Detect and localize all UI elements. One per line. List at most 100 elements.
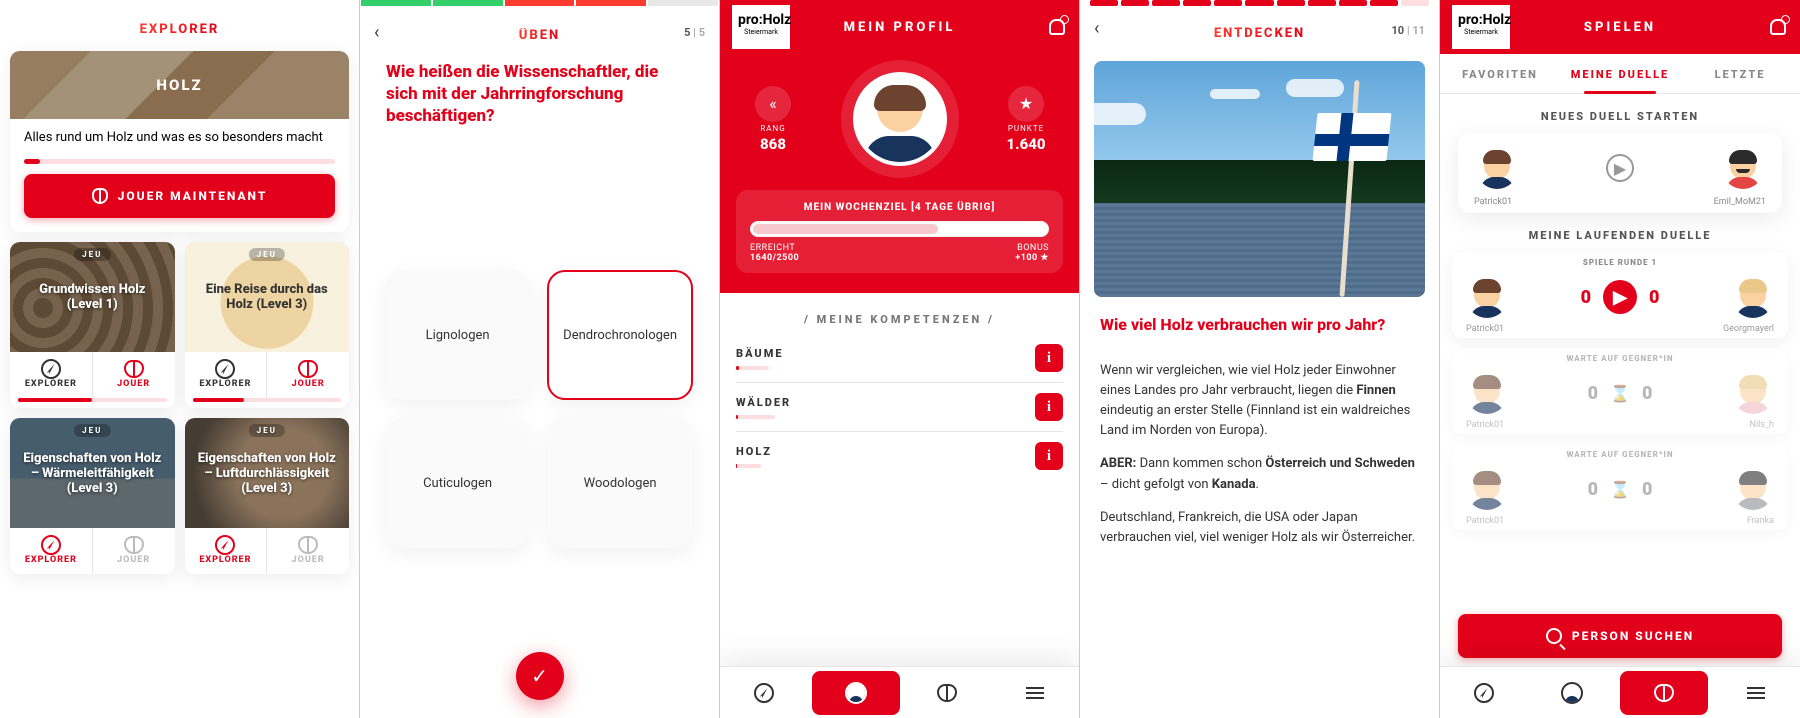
confirm-button[interactable]: ✓: [516, 652, 564, 700]
brain-icon: [1654, 684, 1674, 702]
card-explore-button[interactable]: EXPLORER: [185, 528, 268, 574]
user-label: Patrick01: [1466, 324, 1504, 334]
screen-profile: pro:HolzSteiermark MEIN PROFIL « RANG 86…: [720, 0, 1080, 718]
competences-header: / MEINE KOMPETENZEN /: [720, 313, 1079, 326]
discover-title: ENTDECKEN: [1214, 26, 1305, 41]
profile-title: MEIN PROFIL: [844, 20, 956, 35]
info-icon[interactable]: i: [1035, 344, 1063, 372]
play-title: SPIELEN: [1584, 20, 1656, 35]
notifications-icon[interactable]: [1768, 17, 1788, 37]
points-stat: ★ PUNKTE 1.640: [989, 86, 1063, 153]
discover-hero-image: [1094, 61, 1425, 297]
score-right: 0: [1642, 479, 1652, 500]
bottom-nav: [1440, 666, 1800, 718]
card-explore-button[interactable]: EXPLORER: [185, 352, 268, 398]
score-right: 0: [1649, 287, 1659, 308]
avatar: [1466, 276, 1508, 318]
brand-logo[interactable]: pro:HolzSteiermark: [732, 5, 790, 49]
avatar: [1732, 276, 1774, 318]
duel-row[interactable]: WARTE AUF GEGNER*IN 0 ⌛ 0 Patrick01 Nils…: [1452, 348, 1788, 434]
goal-title: MEIN WOCHENZIEL [4 TAGE ÜBRIG]: [750, 202, 1049, 213]
back-button[interactable]: ‹: [1094, 18, 1099, 39]
competence-row[interactable]: WÄLDER i: [720, 383, 1079, 431]
course-card[interactable]: JEU Grundwissen Holz (Level 1) EXPLORER …: [10, 242, 175, 408]
duel-status-label: SPIELE RUNDE 1: [1583, 258, 1657, 267]
card-progress: [18, 398, 167, 402]
nav-profile[interactable]: [812, 671, 900, 715]
new-duel-card[interactable]: ▶ Patrick01 Emil_MoM21: [1458, 133, 1782, 213]
course-card[interactable]: JEU Eine Reise durch das Holz (Level 3) …: [185, 242, 350, 408]
score-right: 0: [1642, 383, 1652, 404]
duel-status-label: WARTE AUF GEGNER*IN: [1566, 354, 1673, 363]
competence-row[interactable]: HOLZ i: [720, 432, 1079, 480]
avatar: [1466, 468, 1508, 510]
nav-explore[interactable]: [720, 667, 808, 718]
explorer-hero-card[interactable]: HOLZ Alles rund um Holz und was es so be…: [10, 51, 349, 232]
card-badge: JEU: [74, 248, 110, 261]
answer-option[interactable]: Lignologen: [386, 270, 529, 400]
back-button[interactable]: ‹: [374, 22, 379, 43]
tab-my-duels[interactable]: MEINE DUELLE: [1560, 54, 1680, 93]
nav-play[interactable]: [1620, 671, 1708, 715]
brain-icon: [298, 536, 318, 554]
brain-icon: [124, 360, 144, 378]
play-round-button[interactable]: ▶: [1603, 280, 1637, 314]
course-card[interactable]: ✱ JEU Eigenschaften von Holz – Wärmeleit…: [10, 418, 175, 574]
explorer-title: EXPLORER: [140, 22, 220, 37]
answer-option[interactable]: Woodologen: [547, 418, 693, 548]
tab-favorites[interactable]: FAVORITEN: [1440, 54, 1560, 93]
card-play-button: JOUER: [267, 528, 349, 574]
search-icon: [1546, 628, 1562, 644]
nav-explore[interactable]: [1440, 667, 1528, 718]
play-tabs: FAVORITEN MEINE DUELLE LETZTE: [1440, 54, 1800, 94]
answer-option[interactable]: Cuticulogen: [386, 418, 529, 548]
profile-header: pro:HolzSteiermark MEIN PROFIL: [720, 0, 1079, 54]
score-left: 0: [1588, 383, 1598, 404]
nav-play[interactable]: [904, 667, 992, 718]
duel-row[interactable]: WARTE AUF GEGNER*IN 0 ⌛ 0 Patrick01 Fran…: [1452, 444, 1788, 530]
course-card[interactable]: ✱ JEU Eigenschaften von Holz – Luftdurch…: [185, 418, 350, 574]
start-duel-button[interactable]: ▶: [1606, 154, 1634, 182]
screen-practice: ‹ ÜBEN 5 | 5 Wie heißen die Wissenschaft…: [360, 0, 720, 718]
screen-play: pro:HolzSteiermark SPIELEN FAVORITEN MEI…: [1440, 0, 1800, 718]
card-explore-button[interactable]: EXPLORER: [10, 352, 93, 398]
search-person-button[interactable]: PERSON SUCHEN: [1458, 614, 1782, 658]
goal-progress: [750, 221, 1049, 237]
brand-logo[interactable]: pro:HolzSteiermark: [1452, 5, 1510, 49]
card-badge: JEU: [249, 424, 285, 437]
nav-menu[interactable]: [991, 667, 1079, 718]
weekly-goal: MEIN WOCHENZIEL [4 TAGE ÜBRIG] ERREICHT1…: [736, 190, 1063, 273]
profile-avatar[interactable]: [853, 72, 947, 166]
score-left: 0: [1588, 479, 1598, 500]
nav-profile[interactable]: [1528, 667, 1616, 718]
duel-status-label: WARTE AUF GEGNER*IN: [1566, 450, 1673, 459]
score-left: 0: [1581, 287, 1591, 308]
info-icon[interactable]: i: [1035, 393, 1063, 421]
tab-recent[interactable]: LETZTE: [1680, 54, 1800, 93]
hero-subtitle: Alles rund um Holz und was es so besonde…: [10, 119, 349, 153]
info-icon[interactable]: i: [1035, 442, 1063, 470]
question-counter: 5 | 5: [684, 26, 705, 39]
compass-icon: [215, 359, 235, 379]
user-label: Georgmayerl: [1723, 324, 1774, 334]
play-now-button[interactable]: JOUER MAINTENANT: [24, 174, 335, 218]
avatar-icon: [1561, 682, 1583, 704]
discover-body: Wenn wir vergleichen, wie viel Holz jede…: [1080, 340, 1439, 569]
card-play-button[interactable]: JOUER: [267, 352, 349, 398]
avatar-icon: [845, 682, 867, 704]
page-counter: 10 | 11: [1392, 24, 1426, 37]
card-explore-button[interactable]: EXPLORER: [10, 528, 93, 574]
running-duels-header: MEINE LAUFENDEN DUELLE: [1440, 229, 1800, 242]
avatar: [1722, 147, 1764, 189]
competence-row[interactable]: BÄUME i: [720, 334, 1079, 382]
hero-image: HOLZ: [10, 51, 349, 119]
card-play-button[interactable]: JOUER: [93, 352, 175, 398]
card-actions: EXPLORER JOUER: [10, 352, 175, 398]
hourglass-icon: ⌛: [1610, 480, 1630, 499]
answer-option[interactable]: Dendrochronologen: [547, 270, 693, 400]
duel-row[interactable]: SPIELE RUNDE 1 0 ▶ 0 Patrick01 Georgmaye…: [1452, 252, 1788, 338]
brain-icon: [124, 536, 144, 554]
notifications-icon[interactable]: [1047, 17, 1067, 37]
user-label: Franka: [1747, 516, 1774, 526]
nav-menu[interactable]: [1712, 667, 1800, 718]
